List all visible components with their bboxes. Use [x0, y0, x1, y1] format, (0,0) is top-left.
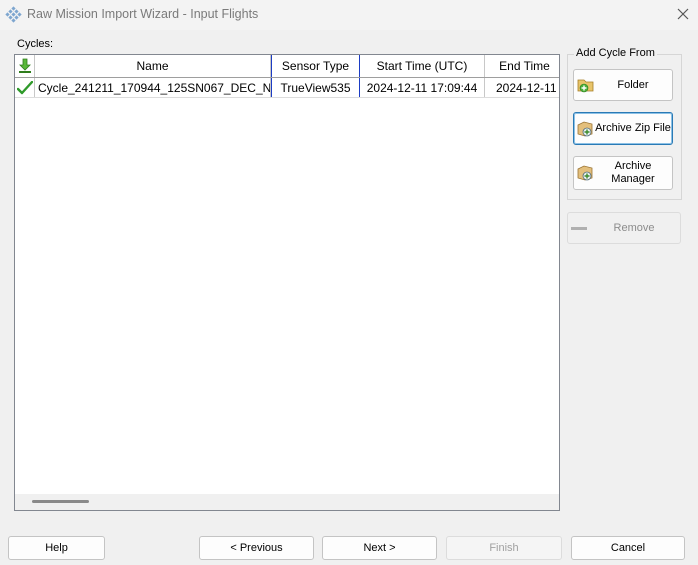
archive-add-icon: [577, 121, 593, 136]
scrollbar-thumb[interactable]: [32, 500, 89, 503]
checkmark-icon: [16, 80, 33, 94]
cycles-grid[interactable]: Name Sensor Type Start Time (UTC) End Ti…: [14, 54, 560, 511]
window-title: Raw Mission Import Wizard - Input Flight…: [27, 7, 259, 21]
diamond-grid-icon: [5, 6, 22, 23]
remove-button[interactable]: Remove: [567, 212, 681, 244]
next-button[interactable]: Next >: [322, 536, 437, 560]
table-row[interactable]: Cycle_241211_170944_125SN067_DEC_NS True…: [15, 78, 559, 98]
remove-button-label: Remove: [613, 222, 655, 234]
folder-button-label: Folder: [617, 78, 649, 91]
row-sensor-type-cell[interactable]: TrueView535: [271, 78, 360, 97]
column-header-start-time[interactable]: Start Time (UTC): [360, 55, 485, 77]
archive-manager-button[interactable]: Archive Manager: [573, 156, 673, 190]
help-button[interactable]: Help: [8, 536, 105, 560]
close-button[interactable]: [668, 0, 698, 30]
column-header-end-time[interactable]: End Time: [485, 55, 559, 77]
grid-header: Name Sensor Type Start Time (UTC) End Ti…: [15, 55, 559, 78]
cycles-label: Cycles:: [17, 38, 54, 50]
finish-button[interactable]: Finish: [446, 536, 562, 560]
previous-button[interactable]: < Previous: [199, 536, 314, 560]
archive-zip-file-button[interactable]: Archive Zip File: [573, 112, 673, 145]
row-status-cell: [15, 78, 35, 97]
archive-zip-file-button-label: Archive Zip File: [595, 122, 671, 134]
archive-manager-button-label: Archive Manager: [611, 160, 655, 185]
archive-manager-icon: [577, 165, 593, 181]
cancel-button[interactable]: Cancel: [571, 536, 685, 560]
download-arrow-icon: [18, 58, 31, 73]
close-icon: [677, 8, 689, 20]
download-header-cell[interactable]: [15, 55, 35, 77]
horizontal-scrollbar[interactable]: [15, 494, 559, 510]
folder-add-icon: [577, 79, 594, 93]
row-start-time-cell[interactable]: 2024-12-11 17:09:44: [360, 78, 485, 97]
row-name-cell[interactable]: Cycle_241211_170944_125SN067_DEC_NS: [35, 78, 271, 97]
folder-button[interactable]: Folder: [573, 69, 673, 101]
row-end-time-cell[interactable]: 2024-12-11 1: [485, 78, 559, 97]
column-header-name[interactable]: Name: [35, 55, 271, 77]
add-cycle-group-title: Add Cycle From: [574, 47, 657, 59]
minus-icon: [571, 227, 587, 230]
column-header-sensor-type[interactable]: Sensor Type: [271, 55, 360, 77]
title-bar: Raw Mission Import Wizard - Input Flight…: [0, 0, 698, 30]
